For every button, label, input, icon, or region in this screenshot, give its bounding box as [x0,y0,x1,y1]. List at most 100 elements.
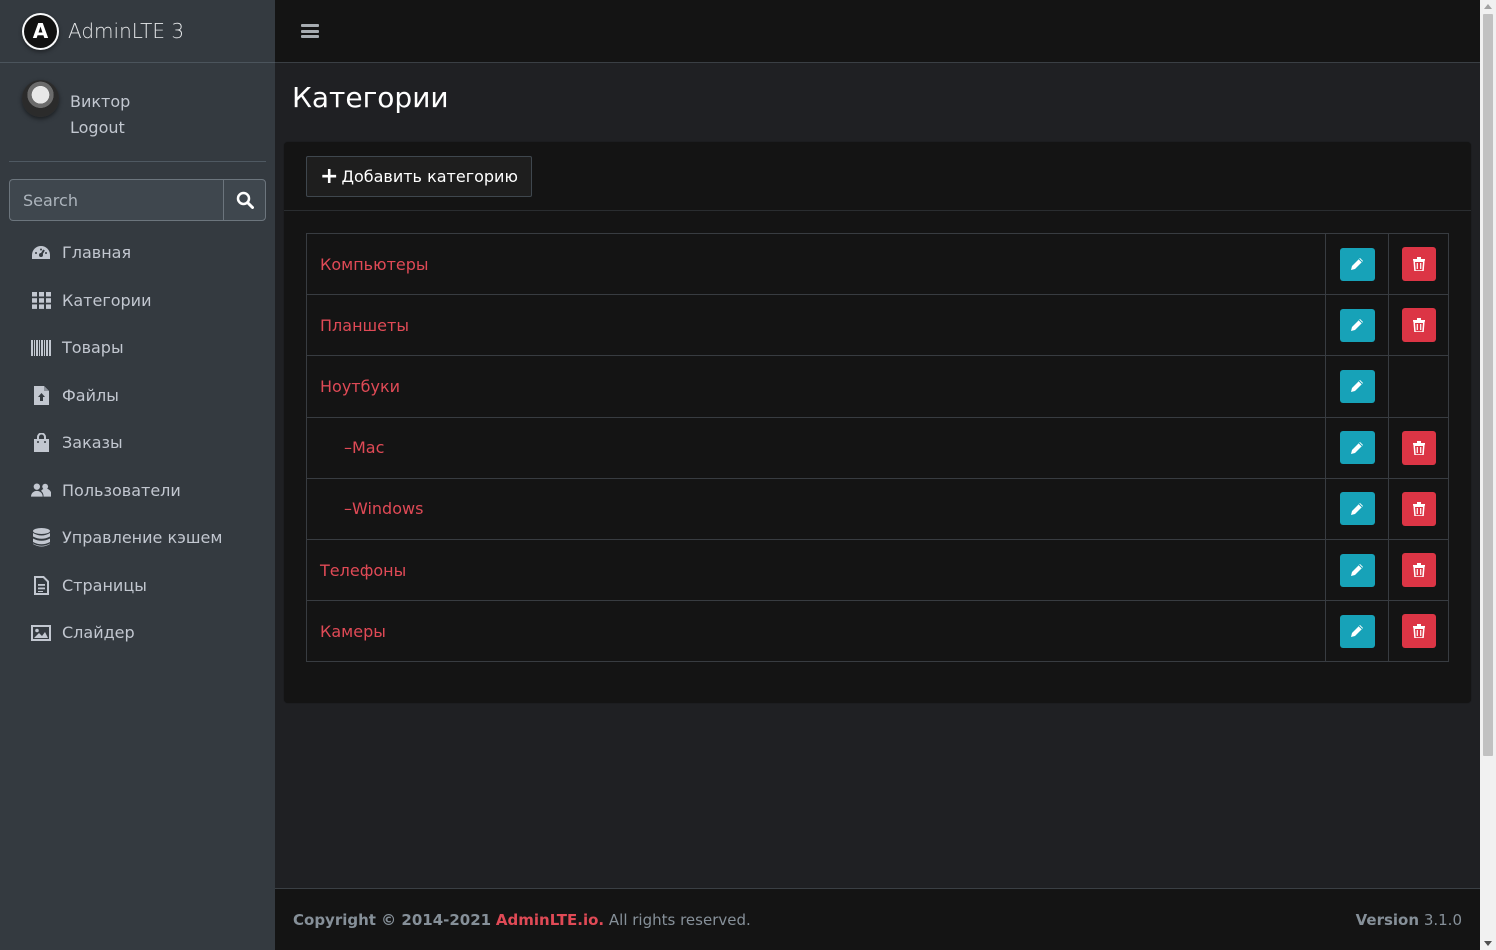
sidebar-item-files[interactable]: Файлы [0,372,275,420]
sidebar: A AdminLTE 3 Виктор Logout Главная [0,0,275,950]
footer-version-value: 3.1.0 [1423,910,1462,929]
sidebar-item-label: Главная [62,243,132,263]
sidebar-item-slider[interactable]: Слайдер [0,609,275,657]
avatar [22,80,59,117]
footer-version-label: Version [1355,910,1420,929]
table-row: –Windows [306,477,1449,540]
delete-button[interactable] [1401,247,1436,282]
sidebar-item-cache[interactable]: Управление кэшем [0,514,275,562]
table-row: Планшеты [306,294,1449,357]
trash-icon [1412,624,1425,639]
sidebar-item-label: Страницы [62,575,147,595]
delete-button[interactable] [1401,430,1436,465]
page-title: Категории [292,81,449,114]
pencil-icon [1351,258,1363,271]
scroll-thumb[interactable] [1483,14,1493,756]
edit-button[interactable] [1339,247,1375,281]
delete-button[interactable] [1401,614,1436,649]
sidebar-item-orders[interactable]: Заказы [0,419,275,467]
brand-link[interactable]: A AdminLTE 3 [0,0,275,63]
table-row: Камеры [306,600,1449,663]
sidebar-item-label: Товары [62,338,124,358]
grid-icon [31,290,51,310]
shopping-bag-icon [31,433,51,453]
logout-link[interactable]: Logout [70,115,130,141]
footer-copyright: Copyright © 2014-2021 [293,910,492,929]
sidebar-item-pages[interactable]: Страницы [0,562,275,610]
sidebar-item-label: Слайдер [62,623,135,643]
sidebar-item-label: Управление кэшем [62,528,223,548]
search-input[interactable] [9,179,223,221]
category-name-link[interactable]: Ноутбуки [306,355,1326,418]
category-name-link[interactable]: –Mac [306,416,1326,479]
search-button[interactable] [223,179,266,221]
delete-button[interactable] [1401,491,1436,526]
table-row: Ноутбуки [306,355,1449,418]
table-row: Телефоны [306,538,1449,602]
sidebar-search [9,179,266,221]
category-name-link[interactable]: –Windows [306,477,1326,540]
category-name-link[interactable]: Телефоны [306,538,1326,602]
sidebar-item-label: Категории [62,290,152,310]
barcode-icon [31,338,51,358]
add-category-label: Добавить категорию [341,167,518,186]
user-name[interactable]: Виктор [70,89,130,115]
trash-icon [1412,501,1425,516]
sidebar-nav: Главная Категории Товары Файлы Заказы По… [0,229,275,657]
sidebar-item-categories[interactable]: Категории [0,277,275,325]
scroll-down-arrow-icon[interactable] [1484,941,1492,946]
sidebar-item-label: Пользователи [62,480,181,500]
pencil-icon [1351,564,1363,577]
category-name-link[interactable]: Планшеты [306,294,1326,357]
page-scrollbar[interactable] [1480,0,1496,950]
image-icon [31,623,51,643]
delete-button[interactable] [1401,553,1436,588]
user-panel: Виктор Logout [9,63,266,162]
search-icon [236,191,254,209]
pencil-icon [1351,625,1363,638]
file-text-icon [31,575,51,595]
edit-button[interactable] [1339,431,1375,465]
tachometer-icon [31,243,51,263]
edit-button[interactable] [1339,308,1375,342]
sidebar-item-label: Файлы [62,385,119,405]
sidebar-item-products[interactable]: Товары [0,324,275,372]
brand-logo-icon: A [22,12,59,50]
main-content: Категории + Добавить категорию Компьютер… [275,63,1480,888]
database-icon [31,528,51,548]
scroll-up-arrow-icon[interactable] [1484,4,1492,9]
sidebar-item-users[interactable]: Пользователи [0,467,275,515]
table-row: Компьютеры [306,232,1449,296]
brand-logo-letter: A [24,14,57,48]
pencil-icon [1351,441,1363,454]
edit-button[interactable] [1339,369,1375,403]
sidebar-item-label: Заказы [62,433,123,453]
category-name-link[interactable]: Компьютеры [306,232,1326,296]
delete-button[interactable] [1401,308,1436,343]
users-icon [31,480,51,500]
pencil-icon [1351,319,1363,332]
category-name-link[interactable]: Камеры [306,600,1326,663]
trash-icon [1412,318,1425,333]
trash-icon [1412,440,1425,455]
footer-rights: All rights reserved. [608,910,751,929]
footer: Copyright © 2014-2021 AdminLTE.io. All r… [275,888,1480,950]
edit-button[interactable] [1339,492,1375,526]
trash-icon [1412,257,1425,272]
categories-card: + Добавить категорию Компьютеры Планшеты Н… [284,142,1471,703]
categories-table: Компьютеры Планшеты Ноутбуки –Mac –Windows Те… [306,232,1449,663]
footer-link[interactable]: AdminLTE.io. [496,911,604,929]
pencil-icon [1351,380,1363,393]
trash-icon [1412,563,1425,578]
edit-button[interactable] [1339,553,1375,587]
table-row: –Mac [306,416,1449,479]
plus-icon: + [320,163,339,189]
file-upload-icon [31,385,51,405]
edit-button[interactable] [1339,614,1375,648]
add-category-button[interactable]: + Добавить категорию [306,156,532,197]
top-navbar [275,0,1480,63]
sidebar-item-home[interactable]: Главная [0,229,275,277]
pencil-icon [1351,502,1363,515]
brand-title: AdminLTE 3 [68,19,185,43]
menu-toggle-icon[interactable] [301,24,319,38]
